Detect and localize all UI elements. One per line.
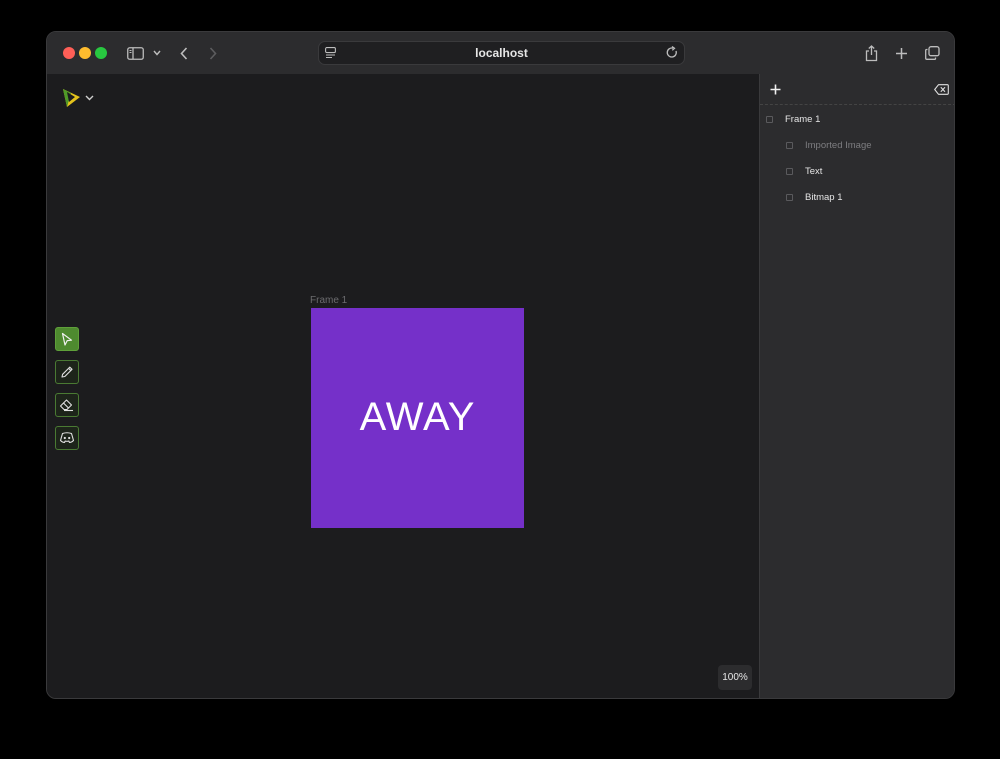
layer-label: Text	[805, 165, 823, 177]
layer-label: Frame 1	[785, 113, 821, 125]
layer-label: Imported Image	[805, 139, 872, 151]
chevron-down-icon	[85, 95, 94, 101]
eraser-tool[interactable]	[55, 393, 79, 417]
minimize-window-button[interactable]	[79, 47, 91, 59]
layer-checkbox[interactable]	[766, 115, 773, 123]
design-canvas[interactable]: Frame 1 AWAY 100%	[47, 74, 759, 698]
select-tool[interactable]	[55, 327, 79, 351]
discord-tool[interactable]	[55, 426, 79, 450]
tool-palette	[55, 327, 79, 459]
zoom-level-button[interactable]: 100%	[718, 665, 752, 690]
maximize-window-button[interactable]	[95, 47, 107, 59]
pencil-tool[interactable]	[55, 360, 79, 384]
share-icon[interactable]	[863, 42, 879, 64]
layer-item-frame[interactable]: Frame 1	[766, 112, 820, 126]
frame-artboard[interactable]: AWAY	[311, 308, 524, 528]
layer-item-bitmap[interactable]: Bitmap 1	[786, 190, 843, 204]
layer-label: Bitmap 1	[805, 191, 843, 203]
layer-checkbox[interactable]	[786, 167, 793, 175]
cursor-icon	[61, 332, 73, 346]
pencil-icon	[61, 366, 73, 378]
layer-item-text[interactable]: Text	[786, 164, 822, 178]
frame-label[interactable]: Frame 1	[310, 295, 347, 306]
url-text[interactable]: localhost	[319, 46, 684, 60]
delete-icon[interactable]	[934, 82, 949, 100]
tabs-overview-icon[interactable]	[923, 42, 941, 64]
reload-icon[interactable]	[666, 45, 678, 64]
plus-icon[interactable]	[770, 82, 781, 100]
app-logo-menu[interactable]	[59, 86, 101, 110]
chevron-left-icon[interactable]	[177, 42, 191, 64]
layers-panel: Frame 1 Imported Image Text Bitmap 1	[759, 74, 954, 698]
plus-icon[interactable]	[893, 42, 909, 64]
chevron-right-icon[interactable]	[206, 42, 220, 64]
discord-icon	[59, 432, 75, 444]
address-bar[interactable]: localhost	[318, 41, 685, 65]
browser-toolbar: localhost	[47, 32, 954, 75]
layer-checkbox[interactable]	[786, 141, 793, 149]
layer-item-imported-image[interactable]: Imported Image	[786, 138, 872, 152]
frame-text-layer[interactable]: AWAY	[360, 395, 476, 440]
browser-window: localhost Frame 1 AWAY 100% Frame 1 Impo…	[46, 31, 955, 699]
chevron-down-icon[interactable]	[151, 42, 163, 64]
app-logo-icon	[63, 89, 94, 107]
eraser-icon	[59, 399, 73, 412]
layers-panel-header	[760, 74, 954, 105]
sidebar-icon[interactable]	[125, 42, 145, 64]
layer-checkbox[interactable]	[786, 193, 793, 201]
close-window-button[interactable]	[63, 47, 75, 59]
